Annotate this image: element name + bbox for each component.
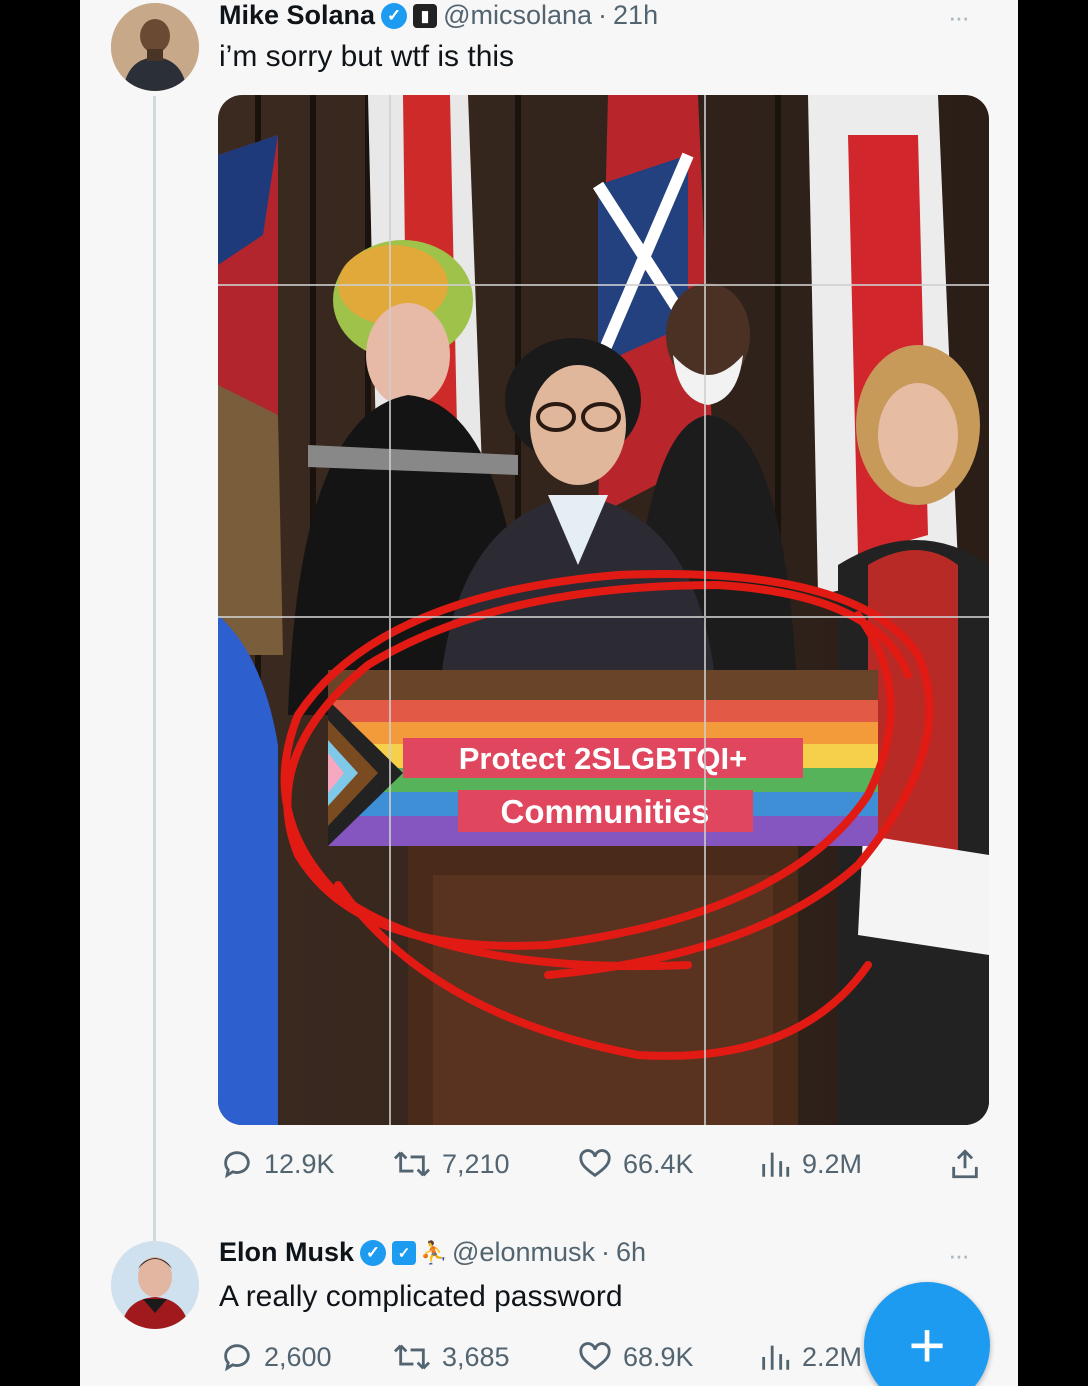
podium-sign-line1: Protect 2SLGBTQI+ xyxy=(459,741,748,776)
tweet2-time[interactable]: 6h xyxy=(616,1237,646,1268)
tweet2-like-count: 68.9K xyxy=(623,1341,694,1372)
tweet2-more-icon[interactable]: ··· xyxy=(948,1240,970,1271)
tweet2-reply-count: 2,600 xyxy=(264,1341,332,1372)
podium-sign-line2: Communities xyxy=(500,793,709,830)
tweet2-text: A really complicated password xyxy=(219,1280,623,1313)
tweet2-reply-button[interactable]: 2,600 xyxy=(220,1340,332,1374)
verified-badge-icon: ✓ xyxy=(381,2,408,29)
tweet1-like-count: 66.4K xyxy=(623,1148,694,1179)
reply-icon xyxy=(224,1151,250,1179)
tweet1-share-button[interactable] xyxy=(948,1147,982,1181)
timeline: Mike Solana ✓ ▮ @micsolana · 21h ··· i’m… xyxy=(80,0,1018,1386)
tweet1-more-icon[interactable]: ··· xyxy=(948,2,970,33)
tweet1-like-button[interactable]: 66.4K xyxy=(577,1147,694,1181)
views-icon xyxy=(762,1345,790,1370)
heart-icon xyxy=(579,1342,611,1371)
heart-icon xyxy=(579,1149,611,1178)
views-icon xyxy=(762,1152,790,1177)
avatar-mike-solana[interactable] xyxy=(111,3,199,91)
tweet1-reply-button[interactable]: 12.9K xyxy=(220,1147,335,1181)
tweet1-action-bar: 12.9K 7,210 66.4K 9.2M xyxy=(80,1140,1018,1188)
compose-tweet-button[interactable]: + xyxy=(864,1282,990,1386)
thread-line xyxy=(153,96,156,1246)
separator-dot: · xyxy=(600,1237,610,1267)
tweet2-view-count: 2.2M xyxy=(802,1341,863,1372)
tweet1-media-image[interactable]: Protect 2SLGBTQI+ Communities xyxy=(218,95,989,1125)
tweet1-text: i’m sorry but wtf is this xyxy=(219,40,515,73)
tweet2-views-button[interactable]: 2.2M xyxy=(758,1340,862,1374)
tweet1-retweet-count: 7,210 xyxy=(442,1148,510,1179)
plus-icon: + xyxy=(908,1309,946,1381)
share-icon xyxy=(952,1149,978,1179)
tweet1-views-button[interactable]: 9.2M xyxy=(758,1147,862,1181)
tweet1-author-name[interactable]: Mike Solana xyxy=(219,0,375,31)
people-icon: ⛹ xyxy=(420,1239,448,1265)
tweet2-like-button[interactable]: 68.9K xyxy=(577,1340,694,1374)
retweet-icon xyxy=(393,1344,431,1370)
tweet2-header: Elon Musk ✓ ✓ ⛹ @elonmusk · 6h xyxy=(219,1237,646,1268)
tweet1-header: Mike Solana ✓ ▮ @micsolana · 21h xyxy=(219,0,658,31)
tweet1-time[interactable]: 21h xyxy=(613,0,658,31)
avatar-elon-musk[interactable] xyxy=(111,1241,199,1329)
tweet2-retweet-button[interactable]: 3,685 xyxy=(392,1340,510,1374)
affiliate-badge-icon: ▮ xyxy=(413,3,438,28)
tweet1-retweet-button[interactable]: 7,210 xyxy=(392,1147,510,1181)
verified-badge-icon: ✓ xyxy=(360,1239,387,1266)
tweet1-view-count: 9.2M xyxy=(802,1148,863,1179)
tweet2-handle[interactable]: @elonmusk xyxy=(452,1237,595,1268)
separator-dot: · xyxy=(598,0,608,30)
retweet-icon xyxy=(393,1151,431,1177)
government-badge-icon: ✓ xyxy=(392,1240,417,1265)
tweet2-retweet-count: 3,685 xyxy=(442,1341,510,1372)
reply-icon xyxy=(224,1344,250,1372)
tweet1-reply-count: 12.9K xyxy=(264,1148,335,1179)
tweet1-handle[interactable]: @micsolana xyxy=(443,0,592,31)
tweet2-author-name[interactable]: Elon Musk xyxy=(219,1237,354,1268)
